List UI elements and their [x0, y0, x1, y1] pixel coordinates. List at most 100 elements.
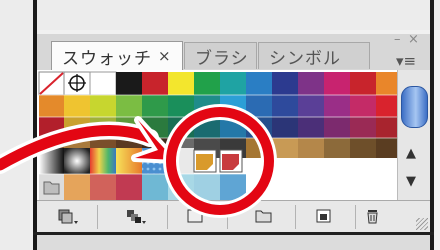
gradient-swatch-radial[interactable]	[64, 148, 90, 174]
swatch-row-2	[39, 95, 397, 117]
swatch[interactable]	[142, 174, 168, 200]
swatch[interactable]	[90, 174, 116, 200]
swatch[interactable]	[376, 95, 397, 117]
swatch[interactable]	[376, 117, 397, 138]
swatch[interactable]	[324, 95, 350, 117]
swatch-white[interactable]	[89, 71, 117, 96]
tab-swatches[interactable]: スウォッチ ×	[51, 41, 183, 70]
swatch-scrollbar[interactable]: ▲ ▼	[397, 70, 430, 200]
minimize-icon[interactable]: –	[394, 32, 401, 47]
scrollbar-thumb[interactable]	[401, 86, 428, 128]
toolbar-separator	[227, 205, 228, 229]
swatch-blue[interactable]	[246, 72, 272, 95]
swatch[interactable]	[350, 95, 376, 117]
swatch[interactable]	[350, 138, 376, 158]
screen: スウォッチ × ブラシ シンボル – × ▾≡ ▲ ▼	[0, 0, 440, 250]
swatch-row-3	[39, 117, 397, 138]
swatch[interactable]	[168, 95, 194, 117]
swatch[interactable]	[220, 95, 246, 117]
swatch[interactable]	[116, 174, 142, 200]
swatch[interactable]	[246, 95, 272, 117]
panel-menu-icon[interactable]: ▾≡	[396, 52, 416, 70]
swatch-row-5	[39, 148, 243, 174]
tab-brushes-label: ブラシ	[195, 48, 249, 69]
swatch-options-icon[interactable]	[185, 207, 207, 225]
swatch[interactable]	[116, 95, 142, 117]
swatch[interactable]	[246, 117, 272, 138]
new-swatch-icon[interactable]	[313, 207, 335, 225]
close-panel-icon[interactable]: ×	[408, 32, 419, 47]
pattern-swatch[interactable]	[142, 148, 168, 174]
swatch[interactable]	[220, 117, 246, 138]
swatch-yellow[interactable]	[168, 72, 194, 95]
swatch[interactable]	[64, 174, 90, 200]
swatch[interactable]	[116, 117, 142, 138]
gradient-swatch-rainbow[interactable]	[90, 148, 116, 174]
window-backdrop-left	[0, 0, 30, 250]
swatch-empty	[168, 148, 194, 174]
swatch-black[interactable]	[116, 72, 142, 95]
swatch-navy[interactable]	[272, 72, 298, 95]
new-color-group-icon[interactable]	[253, 207, 275, 225]
swatch[interactable]	[194, 117, 220, 138]
toolbar-separator	[295, 205, 296, 229]
toolbar-separator	[355, 205, 356, 229]
swatch[interactable]	[194, 95, 220, 117]
swatch[interactable]	[194, 174, 220, 200]
panel-right-border	[430, 0, 434, 250]
swatch[interactable]	[298, 117, 324, 138]
swatch[interactable]	[39, 117, 64, 138]
swatch-row-1	[38, 71, 397, 96]
gradient-swatch-warm[interactable]	[116, 148, 142, 174]
swatch-red[interactable]	[142, 72, 168, 95]
swatch[interactable]	[168, 117, 194, 138]
tab-swatches-label: スウォッチ	[62, 48, 152, 69]
swatch[interactable]	[64, 95, 90, 117]
folder-icon	[43, 181, 60, 195]
swatch[interactable]	[142, 117, 168, 138]
next-panel-header	[37, 235, 430, 250]
scroll-down-icon[interactable]: ▼	[406, 174, 416, 189]
show-swatch-kinds-icon[interactable]	[125, 207, 147, 225]
swatch-libraries-menu-icon[interactable]	[57, 207, 79, 225]
swatch-teal[interactable]	[220, 72, 246, 95]
swatch[interactable]	[168, 174, 194, 200]
swatch-green[interactable]	[194, 72, 220, 95]
swatch-red-2[interactable]	[350, 72, 376, 95]
swatch[interactable]	[350, 117, 376, 138]
gradient-swatch-linear[interactable]	[39, 148, 64, 174]
tab-brushes[interactable]: ブラシ	[184, 42, 257, 69]
scroll-up-icon[interactable]: ▲	[406, 146, 416, 161]
swatch[interactable]	[220, 174, 246, 200]
swatch[interactable]	[39, 95, 64, 117]
window-backdrop-top	[0, 0, 440, 30]
swatch[interactable]	[64, 117, 90, 138]
swatch[interactable]	[272, 138, 298, 158]
swatch[interactable]	[324, 117, 350, 138]
swatch[interactable]	[272, 117, 298, 138]
delete-swatch-icon[interactable]	[362, 207, 384, 225]
tab-close-icon[interactable]: ×	[158, 47, 172, 65]
swatch-orange[interactable]	[376, 72, 397, 95]
toolbar-separator	[167, 205, 168, 229]
resize-grip[interactable]	[416, 218, 428, 230]
swatch[interactable]	[298, 138, 324, 158]
swatch-magenta[interactable]	[324, 72, 350, 95]
swatch-purple[interactable]	[298, 72, 324, 95]
swatch[interactable]	[90, 117, 116, 138]
tab-symbols[interactable]: シンボル	[258, 42, 370, 69]
swatch[interactable]	[90, 95, 116, 117]
swatch-grid-graphic	[37, 71, 397, 200]
toolbar-separator	[97, 205, 98, 229]
swatch[interactable]	[272, 95, 298, 117]
panel-tab-bar: スウォッチ × ブラシ シンボル – × ▾≡	[37, 32, 430, 70]
swatch-grid	[37, 70, 397, 200]
swatch[interactable]	[324, 138, 350, 158]
swatch[interactable]	[246, 138, 272, 158]
swatch[interactable]	[142, 95, 168, 117]
panel-window-controls: – × ▾≡	[394, 32, 424, 70]
swatches-toolbar	[37, 200, 430, 232]
swatch-row-6	[39, 174, 397, 200]
swatch[interactable]	[376, 138, 397, 158]
swatch[interactable]	[298, 95, 324, 117]
